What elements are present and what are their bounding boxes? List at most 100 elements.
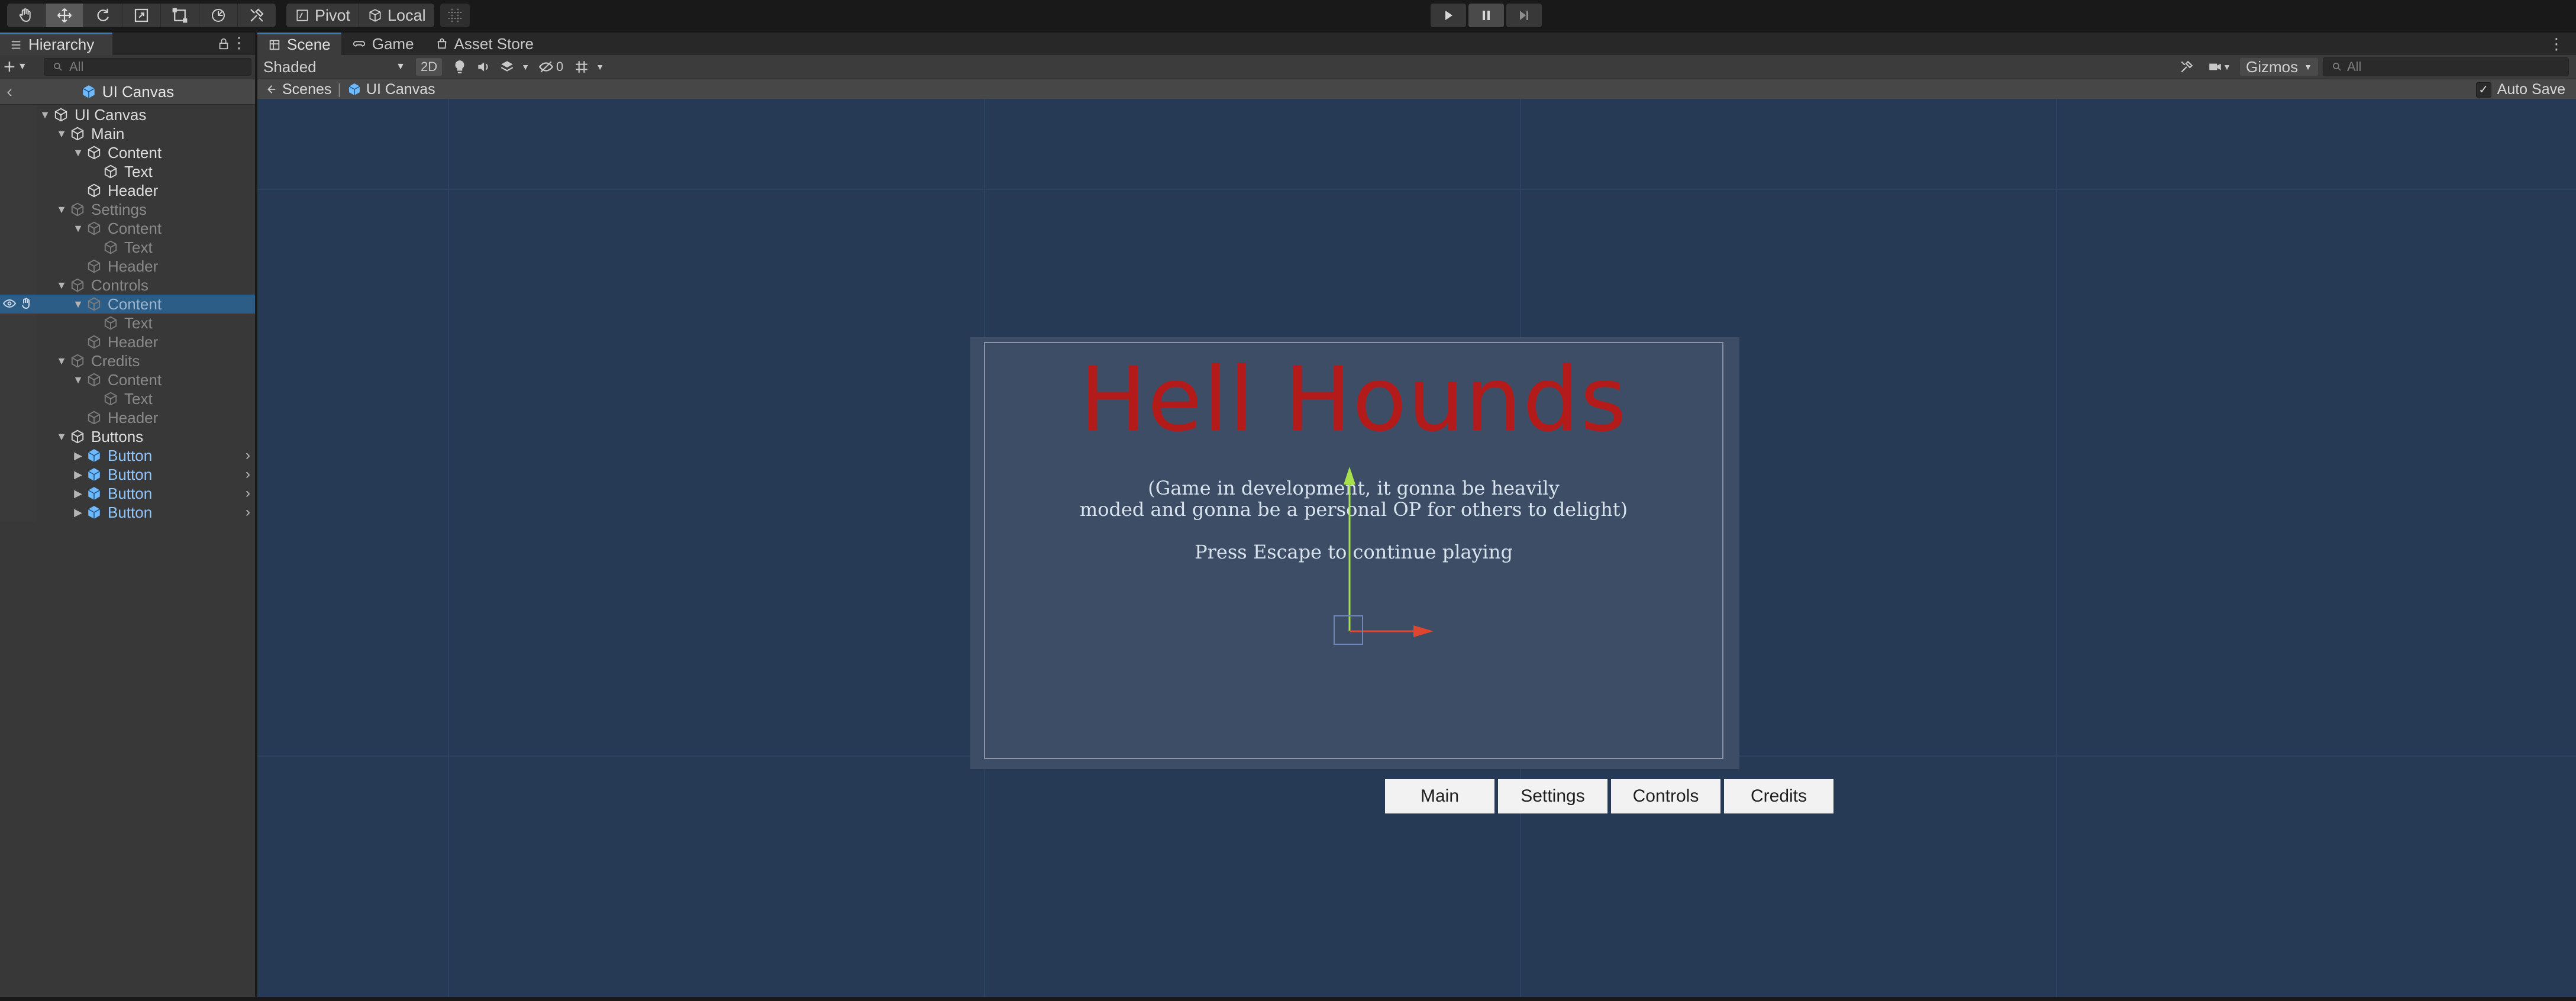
hierarchy-menu-kebab-icon[interactable]: ⋮ xyxy=(231,34,247,52)
chevron-right-icon[interactable]: › xyxy=(246,447,250,464)
hierarchy-search-input[interactable]: All xyxy=(44,58,251,76)
gizmos-dropdown[interactable]: Gizmos ▼ xyxy=(2240,58,2318,76)
hierarchy-item[interactable]: Header xyxy=(0,332,255,351)
expand-arrow-icon[interactable]: ▼ xyxy=(53,431,70,443)
breadcrumb-ui-canvas[interactable]: UI Canvas xyxy=(347,81,435,98)
eye-icon[interactable] xyxy=(2,296,17,311)
hierarchy-item[interactable]: Text xyxy=(0,238,255,257)
hierarchy-item[interactable]: ▶ Button › xyxy=(0,446,255,465)
pause-button[interactable] xyxy=(1468,4,1504,27)
shading-mode-dropdown[interactable]: Shaded ▼ xyxy=(257,58,411,76)
hierarchy-item[interactable]: ▶ Button › xyxy=(0,484,255,503)
local-toggle[interactable]: Local xyxy=(359,4,434,27)
hand-tool-button[interactable] xyxy=(7,4,46,27)
hierarchy-item[interactable]: ▼ Content xyxy=(0,370,255,389)
scale-tool-button[interactable] xyxy=(122,4,161,27)
game-main-button[interactable]: Main xyxy=(1385,779,1494,813)
hierarchy-item[interactable]: ▶ Button › xyxy=(0,465,255,484)
game-settings-button[interactable]: Settings xyxy=(1498,779,1607,813)
hierarchy-item[interactable]: Text xyxy=(0,389,255,408)
lock-icon[interactable] xyxy=(217,36,230,54)
hierarchy-item[interactable]: ▼ Credits xyxy=(0,351,255,370)
game-title: Hell Hounds xyxy=(1079,348,1628,451)
expand-arrow-icon[interactable]: ▼ xyxy=(70,147,86,159)
hierarchy-item[interactable]: ▼ Content xyxy=(0,143,255,162)
scene-search-input[interactable]: All xyxy=(2323,57,2569,76)
gizmo-plane-handle[interactable] xyxy=(1334,615,1363,645)
rect-tool-button[interactable] xyxy=(161,4,199,27)
tab-asset-store[interactable]: Asset Store xyxy=(425,33,544,55)
custom-tool-button[interactable] xyxy=(238,4,276,27)
gameobject-cube-icon xyxy=(88,183,101,198)
scene-menu-kebab-icon[interactable]: ⋮ xyxy=(2549,35,2564,53)
hierarchy-item[interactable]: Header xyxy=(0,408,255,427)
expand-arrow-icon[interactable]: ▼ xyxy=(70,298,86,311)
2d-toggle-button[interactable]: 2D xyxy=(416,58,443,76)
hierarchy-item[interactable]: ▼ Content xyxy=(0,295,255,314)
tools-toggle[interactable] xyxy=(2175,58,2199,76)
expand-arrow-icon[interactable]: ▼ xyxy=(53,279,70,292)
camera-dropdown[interactable]: ▼ xyxy=(2203,58,2235,76)
expand-arrow-icon[interactable]: ▼ xyxy=(70,222,86,235)
step-button[interactable] xyxy=(1506,4,1542,27)
grid-toggle[interactable] xyxy=(570,58,593,76)
lighting-toggle[interactable] xyxy=(448,58,472,76)
hierarchy-item[interactable]: Header xyxy=(0,181,255,200)
hierarchy-item[interactable]: Header xyxy=(0,257,255,276)
pivot-toggle[interactable]: Pivot xyxy=(286,4,360,27)
scene-viewport[interactable]: Hell Hounds (Game in development, it gon… xyxy=(257,99,2576,997)
chevron-right-icon[interactable]: › xyxy=(246,504,250,521)
chevron-right-icon[interactable]: › xyxy=(246,485,250,502)
auto-save-toggle[interactable]: ✓ Auto Save xyxy=(2475,81,2565,98)
expand-arrow-icon[interactable]: ▼ xyxy=(53,204,70,216)
rotate-tool-button[interactable] xyxy=(84,4,122,27)
hierarchy-item[interactable]: ▼ Settings xyxy=(0,200,255,219)
expand-arrow-icon[interactable]: ▼ xyxy=(37,109,53,121)
tab-game[interactable]: Game xyxy=(341,33,425,55)
hidden-objects-toggle[interactable]: 0 xyxy=(532,58,570,76)
create-object-button[interactable]: + ▼ xyxy=(4,56,38,79)
gizmo-y-arrow-icon[interactable] xyxy=(1344,467,1355,485)
hierarchy-item[interactable]: ▼ Controls xyxy=(0,276,255,295)
grid-dropdown-chevron-icon[interactable]: ▼ xyxy=(593,58,606,76)
grid-snap-button[interactable] xyxy=(440,4,470,27)
visibility-toggles[interactable] xyxy=(2,296,33,311)
expand-arrow-icon[interactable]: ▶ xyxy=(70,469,86,481)
hierarchy-item[interactable]: ▼ UI Canvas xyxy=(0,105,255,124)
chevron-right-icon[interactable]: › xyxy=(246,466,250,483)
chevron-down-icon: ▼ xyxy=(2223,62,2231,72)
game-credits-button[interactable]: Credits xyxy=(1724,779,1833,813)
pickable-hand-icon[interactable] xyxy=(19,296,33,311)
row-gutter xyxy=(0,427,37,446)
move-tool-button[interactable] xyxy=(46,4,84,27)
transform-tool-button[interactable] xyxy=(199,4,238,27)
breadcrumb-scenes[interactable]: Scenes xyxy=(264,81,331,98)
expand-arrow-icon[interactable]: ▶ xyxy=(70,450,86,462)
gameobject-cube-icon xyxy=(71,430,84,444)
hierarchy-item[interactable]: ▼ Content xyxy=(0,219,255,238)
hierarchy-item-label: UI Canvas xyxy=(75,105,147,124)
expand-arrow-icon[interactable]: ▶ xyxy=(70,487,86,500)
expand-arrow-icon[interactable]: ▶ xyxy=(70,506,86,519)
hierarchy-item[interactable]: ▶ Button › xyxy=(0,503,255,522)
effects-toggle[interactable] xyxy=(495,58,519,76)
expand-arrow-icon[interactable]: ▼ xyxy=(53,355,70,367)
gizmo-x-arrow-icon[interactable] xyxy=(1413,625,1434,637)
hierarchy-item[interactable]: ▼ Buttons xyxy=(0,427,255,446)
effects-dropdown-chevron-icon[interactable]: ▼ xyxy=(519,58,532,76)
expand-arrow-icon[interactable]: ▼ xyxy=(53,128,70,140)
expand-arrow-icon[interactable]: ▼ xyxy=(70,374,86,386)
tab-hierarchy[interactable]: Hierarchy xyxy=(0,33,112,55)
move-gizmo[interactable] xyxy=(1309,460,1445,655)
hierarchy-item-label: Settings xyxy=(91,200,147,218)
tools-icon xyxy=(2181,60,2193,73)
hierarchy-item[interactable]: ▼ Main xyxy=(0,124,255,143)
tab-scene[interactable]: Scene xyxy=(257,33,341,55)
hierarchy-item[interactable]: Text xyxy=(0,314,255,332)
game-controls-button[interactable]: Controls xyxy=(1611,779,1720,813)
audio-toggle[interactable] xyxy=(472,58,495,76)
transform-icon xyxy=(212,9,225,22)
play-button[interactable] xyxy=(1431,4,1466,27)
auto-save-checkbox[interactable]: ✓ xyxy=(2475,82,2491,98)
hierarchy-item[interactable]: Text xyxy=(0,162,255,181)
